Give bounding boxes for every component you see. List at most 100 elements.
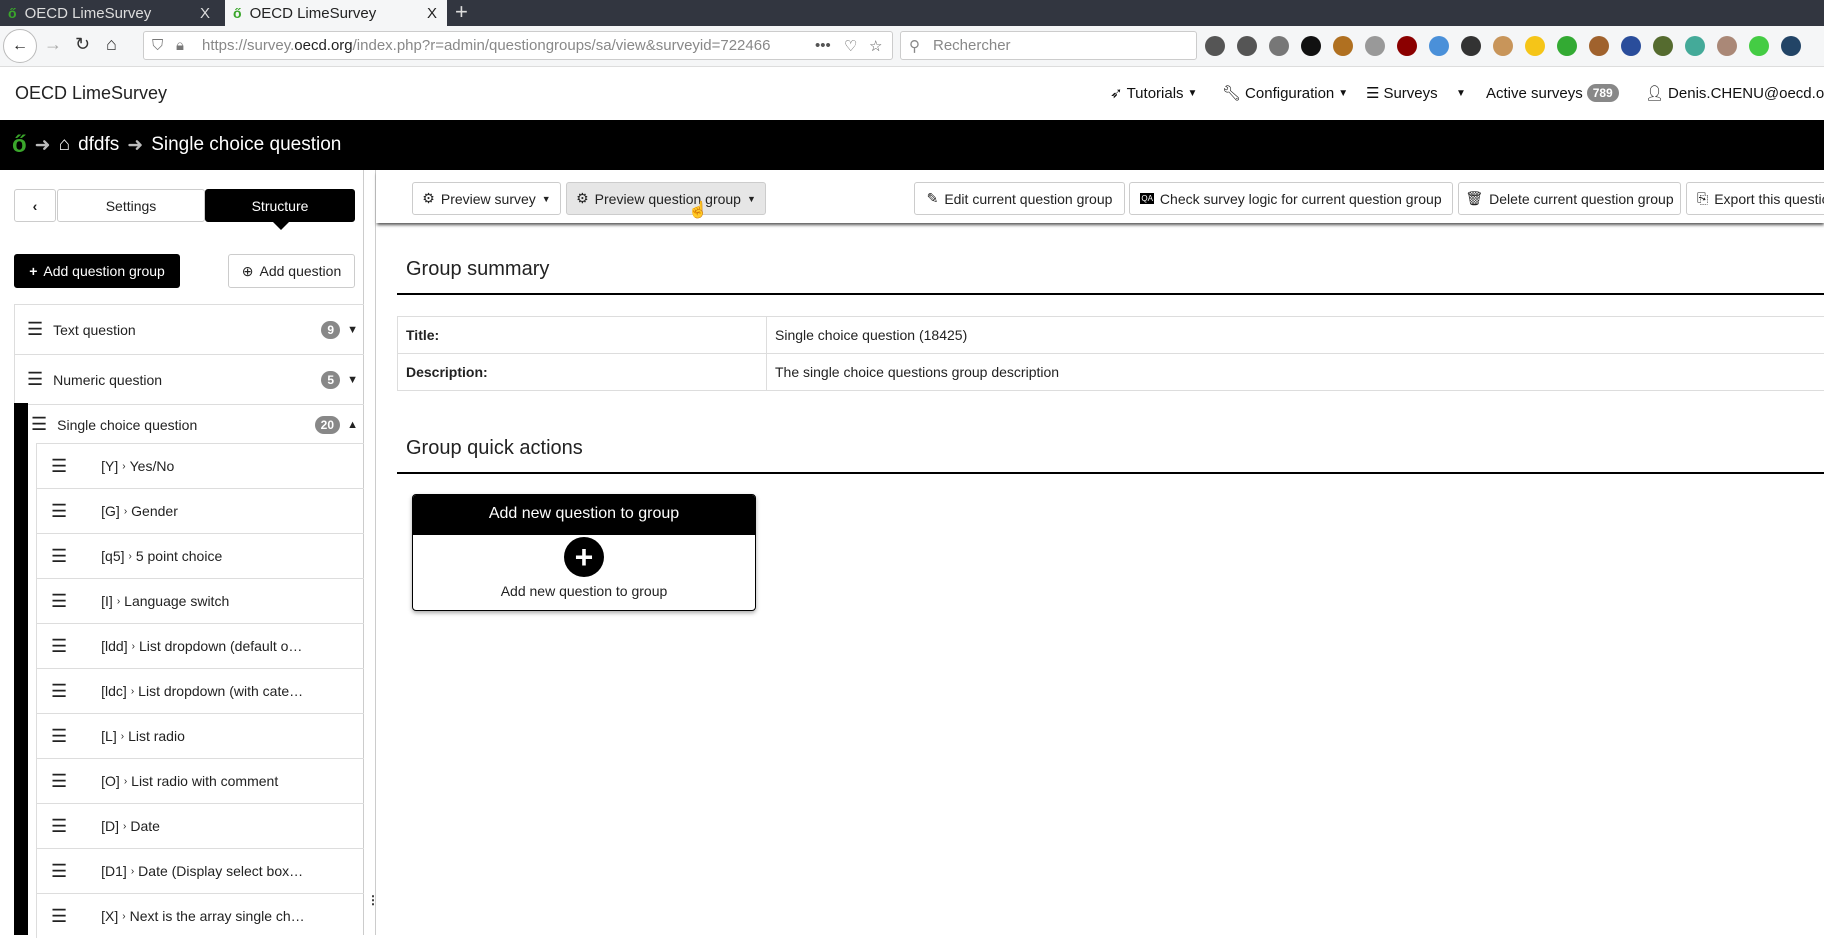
rocket-icon: ➶ [1110, 84, 1123, 102]
add-question-group-button[interactable]: +Add question group [14, 254, 180, 288]
earth-icon[interactable] [1781, 36, 1801, 56]
app-title[interactable]: OECD LimeSurvey [15, 83, 167, 104]
active-surveys-link[interactable]: Active surveys789 [1486, 84, 1619, 102]
group-summary-heading: Group summary [406, 258, 549, 281]
tab-settings[interactable]: Settings [57, 189, 205, 222]
library-icon[interactable] [1205, 36, 1225, 56]
gear-ext-icon[interactable] [1365, 36, 1385, 56]
browser-toolbar: ← → ↻ ⌂ ⛉ 🔒︎ https://survey.oecd.org/ind… [0, 26, 1824, 67]
caret-down-icon[interactable]: ▼ [347, 324, 358, 336]
forward-button[interactable]: → [44, 34, 62, 55]
browser-tab-bar: őOECD LimeSurveyX őOECD LimeSurveyX + [0, 0, 1824, 26]
emoji-icon[interactable] [1525, 36, 1545, 56]
drag-handle-icon[interactable]: ☰ [51, 456, 67, 477]
sidebar-question-item[interactable]: ☰[Y]›Yes/No [36, 443, 364, 488]
sidebar-question-item[interactable]: ☰[I]›Language switch [36, 578, 364, 623]
sidebar-group-item[interactable]: ☰Numeric question5▼ [14, 354, 364, 404]
chevron-right-icon: › [123, 821, 126, 832]
drag-handle-icon[interactable]: ☰ [51, 726, 67, 747]
drag-handle-icon[interactable]: ☰ [51, 861, 67, 882]
edit-group-button[interactable]: ✎Edit current question group [914, 182, 1125, 215]
reload-button[interactable]: ↻ [75, 34, 90, 55]
close-tab-icon[interactable]: X [427, 5, 437, 22]
home-button[interactable]: ⌂ [106, 34, 117, 55]
breadcrumb-group: Single choice question [151, 134, 341, 156]
drag-handle-icon[interactable]: ☰ [27, 369, 43, 390]
surveys-dropdown-toggle[interactable]: ▼ [1456, 88, 1466, 99]
mouse-cursor-icon: ☝ [688, 200, 708, 220]
group-summary-table: Title:Single choice question (18425) Des… [397, 316, 1824, 391]
caret-down-icon: ▼ [1338, 88, 1348, 99]
tab-structure[interactable]: Structure [205, 189, 355, 222]
face-icon[interactable] [1269, 36, 1289, 56]
sidebar-icon[interactable] [1237, 36, 1257, 56]
pocket-icon[interactable]: ♡ [844, 37, 857, 55]
export-group-button[interactable]: ⎘Export this question group [1686, 182, 1824, 215]
limesurvey-favicon: ő [8, 5, 17, 21]
back-button[interactable]: ← [3, 29, 37, 63]
drag-handle-icon[interactable]: ☰ [51, 816, 67, 837]
badger-icon[interactable] [1333, 36, 1353, 56]
sidebar-question-item[interactable]: ☰[ldc]›List dropdown (with cate… [36, 668, 364, 713]
add-question-card[interactable]: Add new question to group + Add new ques… [412, 494, 756, 611]
page-actions-button[interactable]: ••• [809, 37, 837, 54]
caret-down-icon: ▼ [542, 194, 551, 204]
ublock-icon[interactable] [1397, 36, 1417, 56]
preview-question-group-button[interactable]: ⚙Preview question group▼ [566, 182, 766, 215]
drag-handle-icon[interactable]: ☰ [51, 546, 67, 567]
configuration-menu[interactable]: 🔧︎Configuration▼ [1222, 84, 1348, 102]
sidebar-question-item[interactable]: ☰[X]›Next is the array single ch… [36, 893, 364, 938]
bookmark-star-icon[interactable]: ☆ [869, 37, 893, 55]
drag-handle-icon[interactable]: ☰ [51, 681, 67, 702]
browser-tab-active[interactable]: őOECD LimeSurveyX [225, 0, 447, 26]
preview-survey-button[interactable]: ⚙Preview survey▼ [412, 182, 561, 215]
delete-group-button[interactable]: 🗑︎Delete current question group [1458, 182, 1681, 215]
sidebar-question-item[interactable]: ☰[L]›List radio [36, 713, 364, 758]
s-icon[interactable] [1685, 36, 1705, 56]
drag-handle-icon[interactable]: ☰ [51, 501, 67, 522]
user-menu[interactable]: 👤︎Denis.CHENU@oecd.org [1645, 84, 1824, 102]
collapse-sidebar-button[interactable]: ‹ [14, 189, 56, 222]
drag-handle-icon[interactable]: ☰ [31, 414, 47, 435]
caret-down-icon[interactable]: ▼ [347, 374, 358, 386]
sidebar-group-item[interactable]: ☰Single choice question20▲ [14, 404, 364, 444]
diamond-icon[interactable] [1429, 36, 1449, 56]
lf-icon[interactable] [1717, 36, 1737, 56]
table-row: Title:Single choice question (18425) [398, 317, 1824, 354]
limesurvey-logo[interactable]: ő [12, 131, 27, 159]
breadcrumb-survey[interactable]: dfdfs [78, 134, 119, 156]
shield-ext-icon[interactable] [1621, 36, 1641, 56]
sidebar-question-item[interactable]: ☰[D1]›Date (Display select box… [36, 848, 364, 893]
add-question-button[interactable]: ⊕Add question [228, 254, 355, 288]
main-content: ⚙Preview survey▼ ⚙Preview question group… [375, 170, 1824, 935]
url-bar[interactable]: ⛉ 🔒︎ https://survey.oecd.org/index.php?r… [143, 31, 893, 60]
js-icon[interactable] [1749, 36, 1769, 56]
reader-icon[interactable] [1461, 36, 1481, 56]
check-logic-button[interactable]: QACheck survey logic for current questio… [1129, 182, 1453, 215]
drag-handle-icon[interactable]: ☰ [51, 591, 67, 612]
sidebar-question-item[interactable]: ☰[O]›List radio with comment [36, 758, 364, 803]
tutorials-menu[interactable]: ➶Tutorials▼ [1110, 84, 1197, 102]
sidebar-question-item[interactable]: ☰[q5]›5 point choice [36, 533, 364, 578]
color-icon[interactable] [1557, 36, 1577, 56]
drag-handle-icon[interactable]: ☰ [51, 771, 67, 792]
surveys-menu[interactable]: ☰Surveys [1366, 84, 1438, 102]
sidebar-question-item[interactable]: ☰[G]›Gender [36, 488, 364, 533]
sidebar-question-item[interactable]: ☰[D]›Date [36, 803, 364, 848]
app-header: OECD LimeSurvey ➶Tutorials▼ 🔧︎Configurat… [0, 67, 1824, 120]
cookie-icon[interactable] [1493, 36, 1513, 56]
search-input[interactable]: ⚲Rechercher [900, 31, 1197, 60]
pencil-icon: ✎ [927, 190, 939, 207]
sidebar-group-item[interactable]: ☰Text question9▼ [14, 304, 364, 354]
drag-handle-icon[interactable]: ☰ [51, 906, 67, 927]
foot-icon[interactable] [1301, 36, 1321, 56]
caret-up-icon[interactable]: ▲ [347, 419, 358, 431]
drag-handle-icon[interactable]: ☰ [27, 319, 43, 340]
close-tab-icon[interactable]: X [200, 5, 210, 22]
sidebar-question-item[interactable]: ☰[ldd]›List dropdown (default o… [36, 623, 364, 668]
drag-handle-icon[interactable]: ☰ [51, 636, 67, 657]
browser-tab[interactable]: őOECD LimeSurveyX [0, 0, 220, 26]
globe-alert-icon[interactable] [1653, 36, 1673, 56]
monkey-icon[interactable] [1589, 36, 1609, 56]
new-tab-button[interactable]: + [455, 0, 468, 24]
